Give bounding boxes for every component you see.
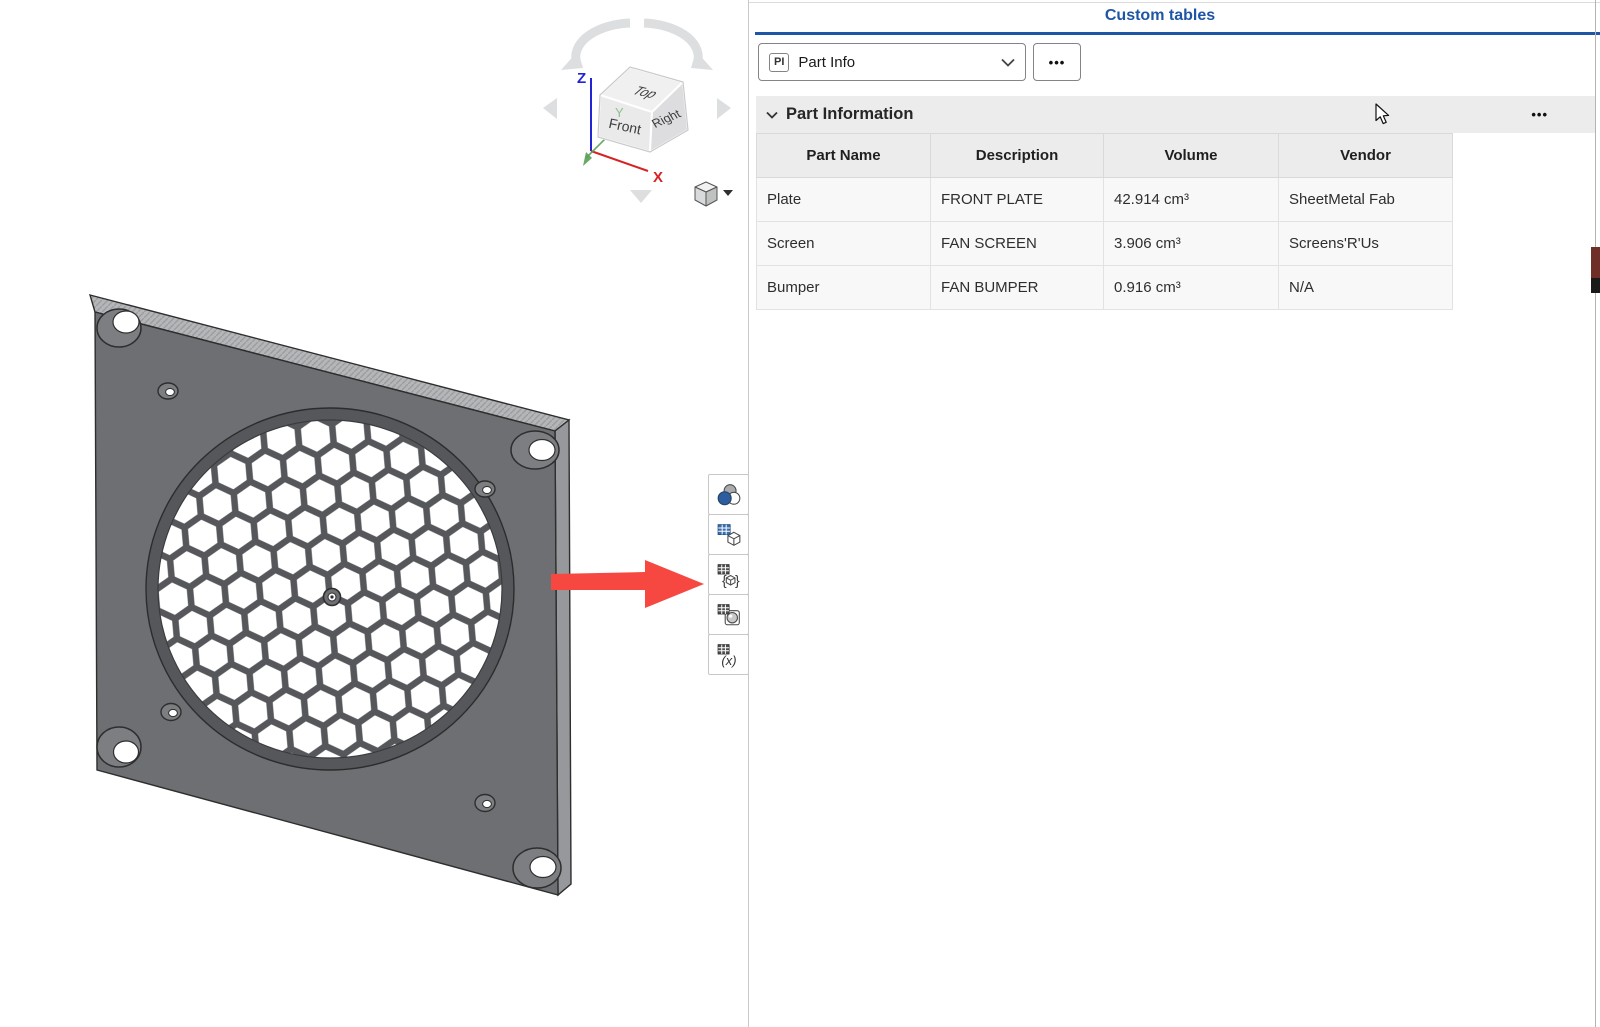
rotate-west-arrow[interactable]: [543, 98, 557, 119]
custom-tables-panel: Custom tables PI Part Info ••• Part Info…: [748, 0, 1600, 1027]
panel-tabs-toolbar: { } (x): [708, 474, 749, 675]
table-cell: Screens'R'Us: [1279, 222, 1453, 266]
image-table-icon: [716, 602, 742, 628]
configured-tables-panel-button[interactable]: { }: [708, 554, 749, 595]
table-selector-value: Part Info: [798, 54, 992, 71]
table-cell: 42.914 cm³: [1104, 178, 1279, 222]
fan-plate-model[interactable]: [90, 295, 571, 895]
section-menu-button[interactable]: •••: [1531, 107, 1596, 122]
variable-table-icon: (x): [716, 642, 742, 668]
table-selector-menu-button[interactable]: •••: [1033, 43, 1081, 81]
appearance-panel-button[interactable]: [708, 474, 749, 515]
x-axis-label: X: [653, 169, 663, 186]
part-information-section-header[interactable]: Part Information •••: [756, 96, 1596, 133]
y-axis-label: Y: [615, 105, 624, 120]
view-cube[interactable]: Z X Top Front Right Y: [543, 23, 733, 206]
fan-screen[interactable]: [146, 408, 514, 770]
table-row: Plate FRONT PLATE 42.914 cm³ SheetMetal …: [757, 178, 1453, 222]
chevron-down-icon: [1001, 58, 1015, 67]
table-cell: 0.916 cm³: [1104, 266, 1279, 310]
table-selector-badge: PI: [769, 53, 789, 72]
table-cell: Bumper: [757, 266, 931, 310]
table-cell: 3.906 cm³: [1104, 222, 1279, 266]
image-tables-panel-button[interactable]: [708, 594, 749, 635]
rotate-down-arrow[interactable]: [630, 190, 652, 203]
svg-text:(x): (x): [721, 652, 736, 667]
table-row: Bumper FAN BUMPER 0.916 cm³ N/A: [757, 266, 1453, 310]
active-tab-underline: [755, 32, 1600, 35]
table-header-row: Part Name Description Volume Vendor: [757, 134, 1453, 178]
app-canvas: Z X Top Front Right Y: [0, 0, 1600, 1027]
part-information-table: Part Name Description Volume Vendor Plat…: [756, 133, 1453, 310]
panel-top-border: [749, 2, 1600, 3]
column-header: Volume: [1104, 134, 1279, 178]
z-axis-label: Z: [577, 70, 586, 87]
column-header: Part Name: [757, 134, 931, 178]
screen-center-dot: [330, 595, 333, 598]
scrollbar-thumb-end: [1591, 278, 1600, 293]
view-options-button[interactable]: [695, 182, 717, 206]
rotate-left-arc[interactable]: [576, 23, 630, 60]
table-cell: SheetMetal Fab: [1279, 178, 1453, 222]
rotate-right-arc[interactable]: [644, 23, 698, 60]
red-callout-arrow: [551, 560, 704, 608]
table-row: Screen FAN SCREEN 3.906 cm³ Screens'R'Us: [757, 222, 1453, 266]
table-selector-dropdown[interactable]: PI Part Info: [758, 43, 1026, 81]
scrollbar-track: [1595, 0, 1596, 1027]
variables-panel-button[interactable]: (x): [708, 634, 749, 675]
column-header: Description: [931, 134, 1104, 178]
rotate-east-arrow[interactable]: [717, 98, 731, 119]
tab-custom-tables[interactable]: Custom tables: [748, 7, 1572, 25]
section-title: Part Information: [786, 105, 913, 124]
table-cell: Screen: [757, 222, 931, 266]
collapse-chevron-icon[interactable]: [766, 111, 778, 119]
custom-tables-panel-button[interactable]: [708, 514, 749, 555]
mouse-cursor: [1375, 103, 1391, 126]
svg-text:}: }: [734, 571, 739, 587]
table-cell: FAN BUMPER: [931, 266, 1104, 310]
table-cell: FRONT PLATE: [931, 178, 1104, 222]
table-cell: FAN SCREEN: [931, 222, 1104, 266]
custom-table-icon: [716, 522, 742, 548]
view-options-caret-icon[interactable]: [723, 190, 733, 196]
appearance-icon: [716, 482, 742, 508]
scrollbar-thumb[interactable]: [1591, 247, 1600, 278]
configured-table-icon: { }: [716, 562, 742, 588]
table-cell: N/A: [1279, 266, 1453, 310]
panel-divider: [748, 0, 749, 1027]
table-cell: Plate: [757, 178, 931, 222]
column-header: Vendor: [1279, 134, 1453, 178]
